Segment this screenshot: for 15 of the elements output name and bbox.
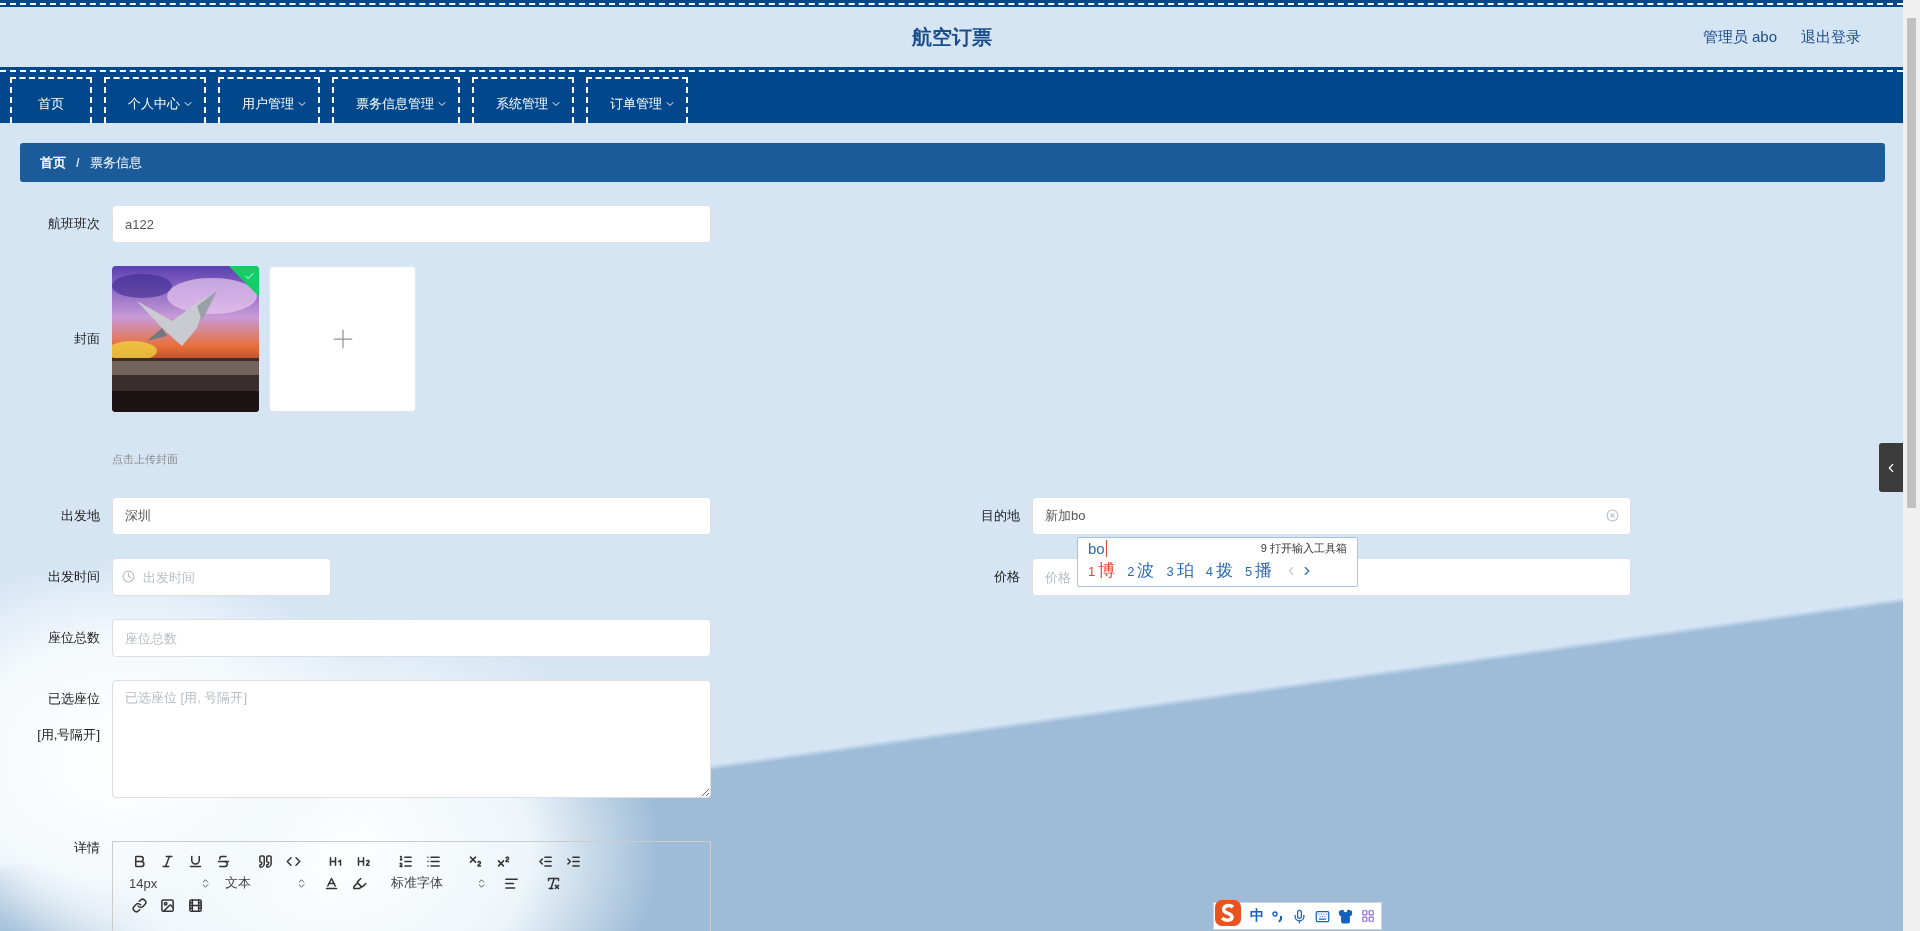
app-title: 航空订票 [911, 24, 992, 50]
field-label: 价格 [993, 568, 1021, 586]
field-label: 详情 [73, 839, 101, 857]
ime-composition: bo [1088, 540, 1107, 557]
field-label: 座位总数 [47, 629, 101, 647]
upload-hint: 点击上传封面 [112, 452, 179, 467]
field-label: 航班班次 [47, 215, 101, 233]
field-label: 出发时间 [47, 568, 101, 586]
field-label: [用,号隔开] [36, 726, 101, 744]
field-label: 出发地 [60, 507, 101, 525]
breadcrumb-separator: / [76, 155, 80, 170]
field-label: 已选座位 [47, 690, 101, 708]
field-label: 目的地 [980, 507, 1021, 525]
breadcrumb-item: 票务信息 [89, 153, 142, 172]
field-label: 封面 [73, 330, 101, 348]
